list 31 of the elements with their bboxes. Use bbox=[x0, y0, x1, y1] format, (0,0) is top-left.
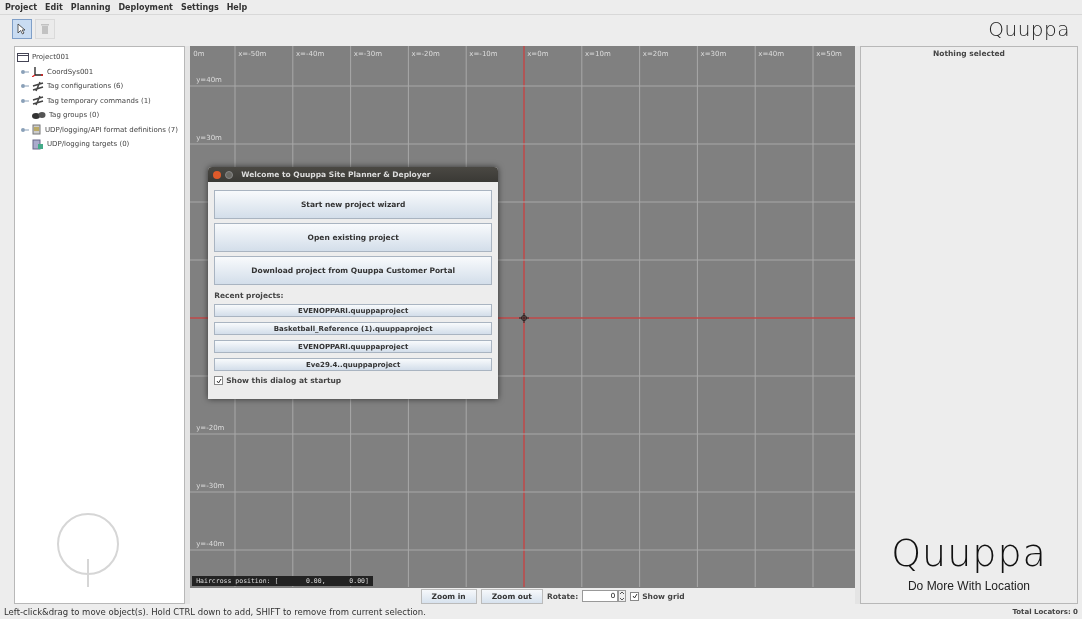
menu-item[interactable]: Settings bbox=[180, 2, 219, 12]
menu-item[interactable]: Edit bbox=[45, 2, 63, 12]
logo-icon bbox=[55, 511, 121, 587]
crosshair-icon bbox=[519, 313, 530, 323]
menu-item[interactable]: Help bbox=[226, 2, 248, 12]
status-message: Left-click&drag to move object(s). Hold CTRL down to add, SHIFT to remove from current selection. bbox=[4, 606, 426, 617]
folder-icon bbox=[17, 52, 29, 62]
tagline: Do More With Location bbox=[907, 579, 1030, 593]
menu-item[interactable]: Deployment bbox=[118, 2, 173, 12]
minimize-icon[interactable] bbox=[225, 170, 234, 179]
cursor-icon bbox=[16, 22, 28, 35]
expand-handle-icon[interactable] bbox=[21, 83, 29, 90]
checkbox[interactable] bbox=[214, 376, 224, 385]
tag-icon bbox=[32, 80, 44, 92]
expand-handle-icon[interactable] bbox=[21, 126, 29, 133]
trash-icon bbox=[40, 22, 50, 35]
server-icon bbox=[32, 138, 44, 150]
tag-group-icon bbox=[32, 109, 46, 121]
spinner-icon[interactable] bbox=[618, 590, 627, 602]
tag-icon bbox=[32, 95, 44, 107]
expand-handle-icon[interactable] bbox=[21, 97, 29, 104]
axes-icon bbox=[32, 66, 44, 78]
checkbox[interactable] bbox=[630, 591, 640, 601]
select-tool-button[interactable] bbox=[12, 18, 32, 39]
menu-item[interactable]: Planning bbox=[70, 2, 111, 12]
brand-logo: Quuppa bbox=[890, 529, 1048, 577]
server-icon bbox=[32, 124, 42, 136]
brand-logo: Quuppa bbox=[988, 16, 1070, 41]
menu-item[interactable]: Project bbox=[5, 2, 38, 12]
close-icon[interactable] bbox=[213, 170, 222, 179]
expand-handle-icon[interactable] bbox=[21, 68, 29, 75]
